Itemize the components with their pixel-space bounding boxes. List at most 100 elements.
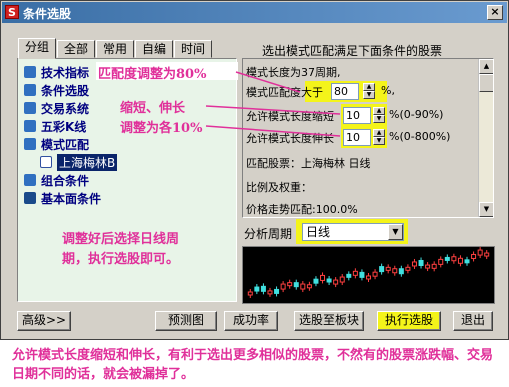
tree-item-trading-system[interactable]: 交易系统 <box>24 100 89 116</box>
match-stock-text: 匹配股票：上海梅林 日线 <box>246 157 371 170</box>
candle-body <box>405 266 411 271</box>
condition-panel: 模式长度为37周期, 模式匹配度大于 80 ▲ ▼ %, 允许模式长度缩短 10 … <box>242 58 494 218</box>
chart-file-icon <box>40 156 52 168</box>
scroll-thumb[interactable] <box>479 74 493 92</box>
chevron-down-icon[interactable]: ▼ <box>388 224 403 240</box>
pattern-chart <box>242 246 495 304</box>
preview-button[interactable]: 预测图 <box>155 311 217 331</box>
tree-item-label: 五彩K线 <box>41 119 87 134</box>
candle-body <box>313 278 319 284</box>
tree-item-technical[interactable]: 技术指标 <box>24 64 89 80</box>
candle-body <box>431 263 437 269</box>
period-select[interactable]: 日线 ▼ <box>302 223 404 241</box>
shorten-input[interactable]: 10 <box>343 107 371 124</box>
annotation-length-2: 调整为各10% <box>120 121 203 136</box>
lengthen-unit: %(0-800%) <box>389 130 451 143</box>
candle-body <box>359 271 365 278</box>
candle-body <box>260 285 266 292</box>
annotation-match: 匹配度调整为80% <box>98 67 207 82</box>
folder-icon <box>24 174 36 186</box>
tree-item-combined[interactable]: 组合条件 <box>24 172 89 188</box>
candle-body <box>346 273 352 278</box>
window-title: 条件选股 <box>23 7 72 21</box>
tree-item-colorful-k[interactable]: 五彩K线 <box>24 118 86 134</box>
annotation-period-1: 调整好后选择日线周 <box>62 232 180 247</box>
folder-icon <box>24 138 36 150</box>
folder-icon <box>24 102 36 114</box>
candle-body <box>287 282 293 287</box>
exit-button[interactable]: 退出 <box>453 311 493 331</box>
success-rate-button[interactable]: 成功率 <box>224 311 278 331</box>
close-button[interactable]: × <box>487 5 503 20</box>
annotation-period-2: 期，执行选股即可。 <box>62 252 180 267</box>
candle-body <box>398 268 404 275</box>
candle-body <box>320 274 326 281</box>
candle-body <box>392 268 398 274</box>
tree-item-fundamental[interactable]: 基本面条件 <box>24 190 101 206</box>
folder-icon <box>24 120 36 132</box>
pattern-length-text: 模式长度为37周期, <box>246 66 341 79</box>
select-to-block-button[interactable]: 选股至板块 <box>294 311 364 331</box>
tree-item-pattern-match[interactable]: 模式匹配 <box>24 136 89 152</box>
candle-body <box>451 256 457 262</box>
match-degree-unit: %, <box>381 84 395 97</box>
candle-body <box>444 256 450 261</box>
candle-body <box>293 282 299 288</box>
candle-body <box>254 286 260 292</box>
candle-body <box>339 276 345 283</box>
candle-body <box>385 266 391 271</box>
app-icon: S <box>5 5 19 19</box>
candle-body <box>306 284 312 289</box>
candle-body <box>267 290 273 295</box>
advanced-button[interactable]: 高级>> <box>17 311 71 331</box>
panel-scrollbar[interactable]: ▲ ▼ <box>478 59 493 217</box>
candle-body <box>366 275 371 280</box>
shorten-unit: %(0-90%) <box>389 108 444 121</box>
candle-body <box>300 283 306 290</box>
candle-body <box>280 283 286 290</box>
price-match-text: 价格走势匹配:100.0% <box>246 203 358 216</box>
tree-item-label: 条件选股 <box>41 83 90 98</box>
candle-body <box>418 259 424 266</box>
scroll-up-button[interactable]: ▲ <box>479 59 493 74</box>
candle-body <box>464 259 470 264</box>
annotation-length-1: 缩短、伸长 <box>120 101 186 116</box>
candle-body <box>333 279 339 285</box>
tree-item-label: 基本面条件 <box>41 191 102 206</box>
candle-body <box>326 278 332 283</box>
tab-group[interactable]: 分组 <box>18 38 56 59</box>
match-degree-input[interactable]: 80 <box>331 83 359 100</box>
binoculars-icon <box>24 192 36 204</box>
match-degree-spinner[interactable]: ▲ ▼ <box>363 83 375 100</box>
folder-icon <box>24 66 36 78</box>
candle-body <box>352 270 358 276</box>
candle-body <box>372 271 378 277</box>
candle-body <box>438 258 444 265</box>
scroll-down-button[interactable]: ▼ <box>479 202 493 217</box>
candle-body <box>425 264 431 269</box>
tab-common[interactable]: 常用 <box>96 40 134 58</box>
tab-all[interactable]: 全部 <box>57 40 95 58</box>
candle-body <box>379 266 385 273</box>
shorten-spinner[interactable]: ▲ ▼ <box>373 107 385 124</box>
tree-item-condition[interactable]: 条件选股 <box>24 82 89 98</box>
tree-item-shanghai-meilin[interactable]: 上海梅林B <box>40 153 118 171</box>
tree-item-label: 组合条件 <box>41 173 90 188</box>
candle-body <box>477 249 483 256</box>
lengthen-spinner[interactable]: ▲ ▼ <box>373 129 385 146</box>
lengthen-label: 允许模式长度伸长 <box>246 132 334 145</box>
match-degree-label: 模式匹配度大于 <box>246 86 323 99</box>
folder-icon <box>24 84 36 96</box>
execute-button[interactable]: 执行选股 <box>377 311 441 331</box>
period-value: 日线 <box>306 225 331 239</box>
tab-time[interactable]: 时间 <box>174 40 212 58</box>
tree-item-label: 技术指标 <box>41 65 90 80</box>
candle-body <box>411 261 417 267</box>
lengthen-input[interactable]: 10 <box>343 129 371 146</box>
candle-body <box>471 253 477 259</box>
period-label: 分析周期 <box>244 227 293 241</box>
title-bar[interactable]: S 条件选股 × <box>2 2 507 23</box>
tab-custom[interactable]: 自编 <box>135 40 173 58</box>
candle-body <box>247 291 253 296</box>
candle-body <box>457 257 463 264</box>
